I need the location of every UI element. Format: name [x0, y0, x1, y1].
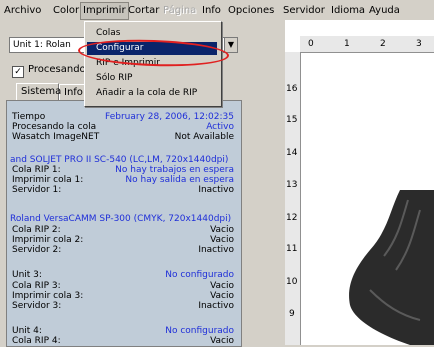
unit-4-header: Unit 4: No configurado [12, 326, 234, 336]
ruler-label: 0 [308, 39, 314, 49]
ruler-label: 10 [286, 277, 298, 287]
table-row: Servidor 1: Inactivo [12, 185, 234, 195]
menu-archivo[interactable]: Archivo [4, 4, 41, 18]
row-value: No hay trabajos en espera [115, 165, 234, 175]
chevron-down-icon[interactable]: ▼ [224, 37, 238, 53]
cola-value: Activo [206, 122, 234, 132]
row-label: Servidor 1: [12, 185, 62, 195]
menu-color[interactable]: Color [53, 4, 79, 18]
ruler-label: 15 [286, 115, 298, 125]
row-label: Imprimir cola 3: [12, 291, 84, 301]
menu-opciones[interactable]: Opciones [228, 4, 274, 18]
menu-servidor[interactable]: Servidor [283, 4, 325, 18]
table-row: Servidor 2: Inactivo [12, 245, 234, 255]
unit-3-status: No configurado [165, 270, 234, 280]
vertical-ruler: 16 15 14 13 12 11 10 9 [285, 52, 301, 345]
table-row: Servidor 3: Inactivo [12, 301, 234, 311]
row-label: Imprimir cola 2: [12, 235, 84, 245]
printer-2-name: Roland VersaCAMM SP-300 (CMYK, 720x1440d… [10, 214, 232, 224]
tab-info[interactable]: Info [59, 84, 85, 100]
cola-row: Procesando la cola Activo [12, 122, 234, 132]
horizontal-ruler: 0 1 2 3 [300, 36, 434, 53]
cola-label: Procesando la cola [12, 122, 97, 132]
wasatch-value: Not Available [174, 132, 234, 142]
menu-pagina: Página [163, 5, 197, 16]
printer-1-name: and SOLJET PRO II SC-540 (LC,LM, 720x144… [10, 155, 229, 165]
row-label: Servidor 2: [12, 245, 62, 255]
row-label: Cola RIP 3: [12, 281, 61, 291]
row-label: Cola RIP 1: [12, 165, 61, 175]
ruler-label: 3 [416, 39, 422, 49]
row-value: Inactivo [198, 185, 234, 195]
table-row: Cola RIP 1: No hay trabajos en espera [12, 165, 234, 175]
unit-4-status: No configurado [165, 326, 234, 336]
tab-sistema[interactable]: Sistema [16, 83, 61, 100]
ruler-label: 13 [286, 180, 298, 190]
row-value: Inactivo [198, 245, 234, 255]
table-row: Imprimir cola 3: Vacio [12, 291, 234, 301]
menu-item-solo-rip[interactable]: Sólo RIP [87, 72, 217, 85]
row-value: Vacio [210, 281, 234, 291]
row-value: Vacio [210, 225, 234, 235]
menu-cortar[interactable]: Cortar [128, 4, 159, 18]
menu-item-colas[interactable]: Colas [87, 27, 217, 40]
tiempo-value: February 28, 2006, 12:02:35 [105, 112, 234, 122]
row-label: Cola RIP 2: [12, 225, 61, 235]
unit-3-header: Unit 3: No configurado [12, 270, 234, 280]
unit-3-name: Unit 3: [12, 270, 42, 280]
menu-bar: Archivo Color Imprimir Cortar Página Inf… [0, 0, 434, 21]
ruler-label: 12 [286, 213, 298, 223]
menu-idioma[interactable]: Idioma [331, 4, 365, 18]
ruler-label: 9 [289, 309, 295, 319]
preview-image [349, 190, 434, 345]
processing-label: Procesando [28, 64, 86, 75]
menu-imprimir[interactable]: Imprimir [80, 2, 129, 20]
row-value: Inactivo [198, 301, 234, 311]
ruler-label: 11 [286, 244, 298, 254]
menu-ayuda[interactable]: Ayuda [369, 4, 400, 18]
row-label: Imprimir cola 1: [12, 175, 84, 185]
ruler-label: 14 [286, 148, 298, 158]
tiempo-row: Tiempo February 28, 2006, 12:02:35 [12, 112, 234, 122]
wasatch-row: Wasatch ImageNET Not Available [12, 132, 234, 142]
unit-4-name: Unit 4: [12, 326, 42, 336]
row-value: Vacio [210, 235, 234, 245]
unit-select-value: Unit 1: Rolan [13, 40, 71, 50]
menu-info[interactable]: Info [202, 4, 221, 18]
row-value: No hay salida en espera [125, 175, 234, 185]
menu-item-anadir-cola-rip[interactable]: Añadir a la cola de RIP [87, 87, 217, 100]
wasatch-label: Wasatch ImageNET [12, 132, 100, 142]
table-row: Imprimir cola 2: Vacio [12, 235, 234, 245]
table-row: Cola RIP 2: Vacio [12, 225, 234, 235]
ruler-label: 1 [344, 39, 350, 49]
tiempo-label: Tiempo [12, 112, 46, 122]
ruler-label: 16 [286, 84, 298, 94]
ruler-label: 2 [380, 39, 386, 49]
row-label: Servidor 3: [12, 301, 62, 311]
table-row: Cola RIP 3: Vacio [12, 281, 234, 291]
processing-checkbox[interactable]: ✓ [12, 66, 24, 78]
row-value: Vacio [210, 291, 234, 301]
table-row: Imprimir cola 1: No hay salida en espera [12, 175, 234, 185]
